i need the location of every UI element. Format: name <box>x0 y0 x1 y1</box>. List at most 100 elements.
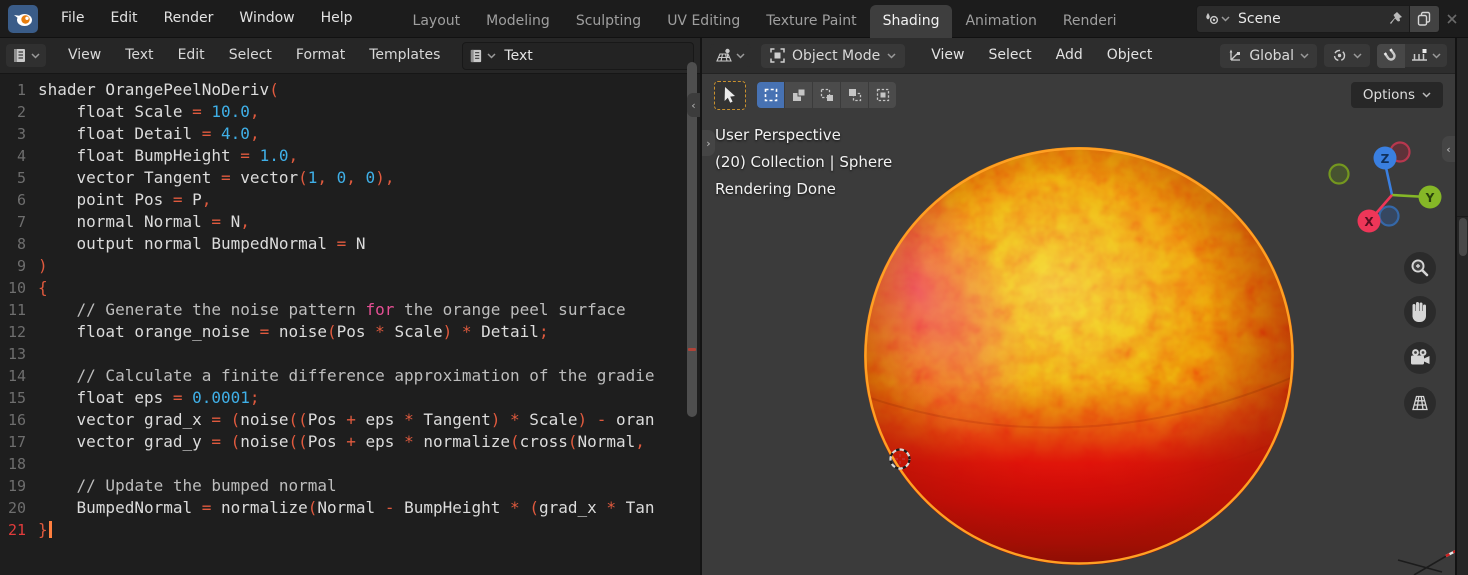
cursor-3d <box>889 448 911 470</box>
overlay-line-1: User Perspective <box>715 126 841 144</box>
snap-toggle-button[interactable] <box>1377 43 1405 68</box>
zoom-button[interactable] <box>1404 252 1436 284</box>
mode-label: Object Mode <box>792 47 881 64</box>
line-number: 10 <box>7 279 26 297</box>
chevron-down-icon <box>1221 15 1230 22</box>
topbar-menu-render[interactable]: Render <box>151 10 227 26</box>
code-line-6[interactable]: 6 point Pos = P, <box>0 189 700 211</box>
select-mode-invert-button[interactable] <box>841 82 868 108</box>
code-line-18[interactable]: 18 <box>0 453 700 475</box>
viewport-menu-object[interactable]: Object <box>1095 38 1165 73</box>
code-line-16[interactable]: 16 vector grad_x = (noise((Pos + eps * T… <box>0 409 700 431</box>
chevron-down-icon <box>736 52 745 59</box>
code-line-15[interactable]: 15 float eps = 0.0001; <box>0 387 700 409</box>
viewport-menu-view[interactable]: View <box>919 38 976 73</box>
gizmo-axis-z[interactable]: Z <box>1373 146 1397 170</box>
code-line-10[interactable]: 10{ <box>0 277 700 299</box>
gizmo-axis-y[interactable]: Y <box>1418 185 1442 209</box>
code-line-21[interactable]: 21} <box>0 519 700 541</box>
code-line-4[interactable]: 4 float BumpHeight = 1.0, <box>0 145 700 167</box>
svg-text:Z: Z <box>1381 152 1390 166</box>
code-line-19[interactable]: 19 // Update the bumped normal <box>0 475 700 497</box>
code-area[interactable]: 1 shader OrangePeelNoDeriv(2 float Scale … <box>0 74 700 575</box>
text-datablock-selector[interactable]: Text <box>462 41 694 70</box>
code-line-14[interactable]: 14 // Calculate a finite difference appr… <box>0 365 700 387</box>
new-scene-button[interactable] <box>1410 4 1440 33</box>
text-menu-format[interactable]: Format <box>284 38 357 73</box>
camera-view-button[interactable] <box>1404 342 1436 374</box>
gizmo-axis-x[interactable]: X <box>1357 209 1381 233</box>
topbar-menu-file[interactable]: File <box>48 10 97 26</box>
code-line-8[interactable]: 8 output normal BumpedNormal = N <box>0 233 700 255</box>
code-line-7[interactable]: 7 normal Normal = N, <box>0 211 700 233</box>
text-menu-edit[interactable]: Edit <box>166 38 217 73</box>
text-editor-region-toggle[interactable]: ‹ <box>687 93 700 117</box>
mode-selector[interactable]: Object Mode <box>761 43 906 68</box>
workspace-tab-uv-editing[interactable]: UV Editing <box>654 5 753 38</box>
line-number: 7 <box>16 213 26 231</box>
gizmo-axis-neg-z[interactable] <box>1378 205 1400 227</box>
toolbar-expand-handle[interactable]: › <box>702 130 715 156</box>
workspace-tab-animation[interactable]: Animation <box>952 5 1049 38</box>
transform-orientation-selector[interactable]: Global <box>1220 43 1317 68</box>
viewport-menu-select[interactable]: Select <box>976 38 1043 73</box>
pin-icon[interactable] <box>1388 11 1403 26</box>
tweak-tool-button[interactable] <box>714 80 746 110</box>
line-number: 5 <box>16 169 26 187</box>
topbar-menu-window[interactable]: Window <box>226 10 307 26</box>
code-line-20[interactable]: 20 BumpedNormal = normalize(Normal - Bum… <box>0 497 700 519</box>
text-datablock-name[interactable]: Text <box>504 48 532 64</box>
code-line-12[interactable]: 12 float orange_noise = noise(Pos * Scal… <box>0 321 700 343</box>
workspace-tab-renderi[interactable]: Renderi <box>1050 5 1130 38</box>
workspace-tabs: Layout Modeling Sculpting UV Editing Texture… <box>400 0 1188 38</box>
code-line-17[interactable]: 17 vector grad_y = (noise((Pos + eps * n… <box>0 431 700 453</box>
line-number: 8 <box>16 235 26 253</box>
viewport-header-right: Global <box>1220 43 1447 68</box>
rendered-sphere[interactable] <box>859 142 1299 570</box>
workspace-tab-modeling[interactable]: Modeling <box>473 5 563 38</box>
code-line-3[interactable]: 3 float Detail = 4.0, <box>0 123 700 145</box>
snap-target-selector[interactable] <box>1405 44 1447 67</box>
code-line-9[interactable]: 9) <box>0 255 700 277</box>
navigation-gizmo[interactable]: Z Y X <box>1317 134 1455 244</box>
select-mode-subtract-button[interactable] <box>813 82 840 108</box>
text-menu-text[interactable]: Text <box>113 38 165 73</box>
region-scrollbar-thumb[interactable] <box>1459 218 1467 256</box>
pivot-point-selector[interactable] <box>1324 44 1370 67</box>
scene-selector[interactable]: Scene <box>1196 4 1410 33</box>
text-menu-templates[interactable]: Templates <box>357 38 452 73</box>
editor-type-selector[interactable] <box>6 44 46 67</box>
options-button[interactable]: Options <box>1350 82 1443 108</box>
workspace-tab-texture-paint[interactable]: Texture Paint <box>753 5 869 38</box>
workspace-tab-layout[interactable]: Layout <box>400 5 474 38</box>
scene-name[interactable]: Scene <box>1238 11 1388 27</box>
code-line-2[interactable]: 2 float Scale = 10.0, <box>0 101 700 123</box>
code-line-11[interactable]: 11 // Generate the noise pattern for the… <box>0 299 700 321</box>
code-line-1[interactable]: 1 shader OrangePeelNoDeriv( <box>0 79 700 101</box>
text-menu-view[interactable]: View <box>56 38 113 73</box>
adjacent-region-edge[interactable] <box>1455 38 1468 575</box>
topbar-menu-edit[interactable]: Edit <box>97 10 150 26</box>
magnet-icon <box>1383 47 1396 61</box>
select-subtract-icon <box>820 88 833 101</box>
unlink-scene-button[interactable] <box>1440 13 1464 25</box>
workspace-tab-sculpting[interactable]: Sculpting <box>563 5 654 38</box>
code-line-13[interactable]: 13 <box>0 343 700 365</box>
select-mode-extend-button[interactable] <box>785 82 812 108</box>
blender-logo-button[interactable] <box>8 4 38 33</box>
select-mode-intersect-button[interactable] <box>869 82 896 108</box>
text-menu-select[interactable]: Select <box>217 38 284 73</box>
line-number: 20 <box>7 499 26 517</box>
select-mode-set-button[interactable] <box>757 82 784 108</box>
text-editor-scrollbar[interactable] <box>687 62 697 569</box>
viewport-3d: Object Mode View Select Add Object Global <box>702 38 1455 575</box>
pan-hand-button[interactable] <box>1404 296 1436 328</box>
topbar-menu-help[interactable]: Help <box>308 10 366 26</box>
workspace-tab-shading[interactable]: Shading <box>869 4 953 38</box>
gizmo-axis-neg-y[interactable] <box>1328 163 1350 185</box>
code-line-5[interactable]: 5 vector Tangent = vector(1, 0, 0), <box>0 167 700 189</box>
perspective-toggle-button[interactable] <box>1404 387 1436 419</box>
viewport-canvas[interactable]: Options User Perspective (20) Collection … <box>702 74 1455 575</box>
viewport-menu-add[interactable]: Add <box>1044 38 1095 73</box>
editor-type-selector[interactable] <box>710 44 751 67</box>
